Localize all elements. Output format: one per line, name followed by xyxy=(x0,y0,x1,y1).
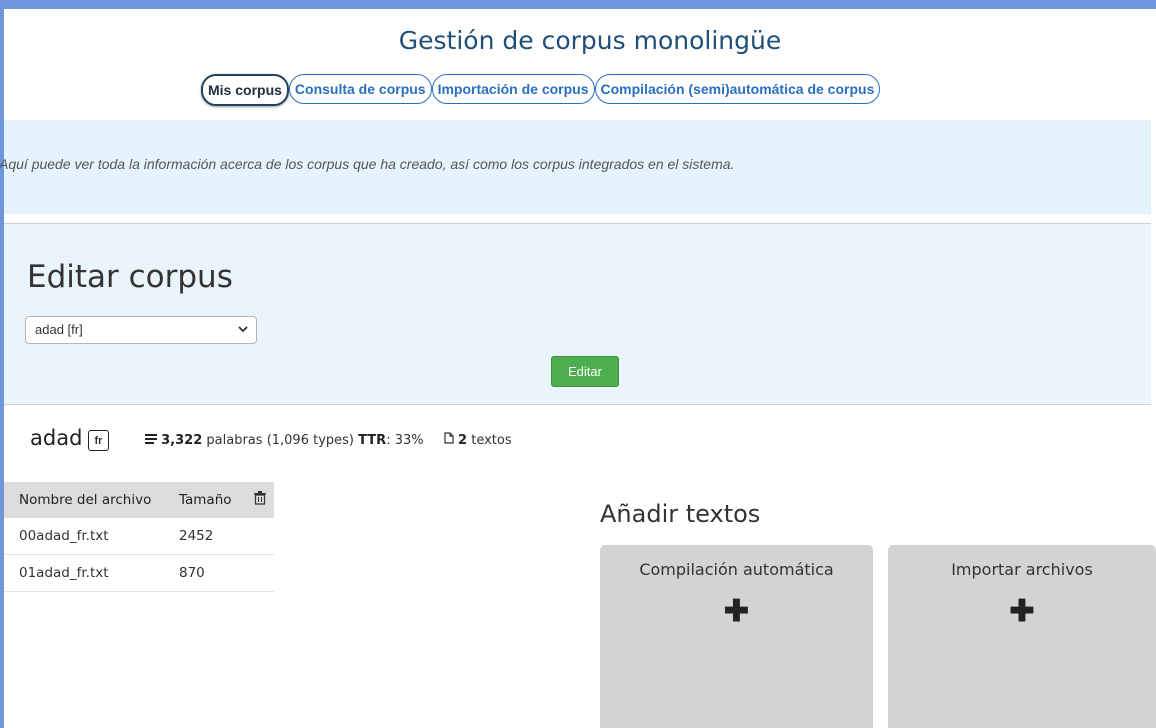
types-count: (1,096 types) xyxy=(266,433,354,448)
file-table: Nombre del archivo Tamaño 00adad_fr.txt … xyxy=(4,482,274,592)
tab-bar: Mis corpus Consulta de corpus Importació… xyxy=(201,74,881,106)
trash-icon[interactable] xyxy=(254,491,274,509)
language-badge: fr xyxy=(88,430,109,451)
plus-icon: ✚ xyxy=(1009,595,1035,628)
info-text-content: Aquí puede ver toda la información acerc… xyxy=(0,156,735,172)
ttr-value: : 33% xyxy=(386,433,424,448)
card-label: Importar archivos xyxy=(951,560,1093,579)
plus-icon: ✚ xyxy=(723,595,750,628)
text-count: 2 xyxy=(458,433,468,448)
add-texts-heading: Añadir textos xyxy=(600,500,761,528)
divider xyxy=(4,404,1151,405)
table-row[interactable]: 00adad_fr.txt 2452 xyxy=(4,518,274,555)
text-count-label: textos xyxy=(471,433,512,448)
tab-compilacion-semiautomatica[interactable]: Compilación (semi)automática de corpus xyxy=(594,74,881,104)
file-size: 870 xyxy=(179,565,205,581)
word-count: 3,322 xyxy=(161,433,203,448)
corpus-name: adad xyxy=(30,426,83,450)
file-name: 01adad_fr.txt xyxy=(19,565,109,581)
file-name: 00adad_fr.txt xyxy=(19,528,109,544)
ttr-label: TTR xyxy=(358,433,387,448)
corpus-select-value: adad [fr] xyxy=(35,322,83,337)
text-lines-icon xyxy=(145,433,157,448)
edit-button[interactable]: Editar xyxy=(551,356,619,387)
word-count-label: palabras xyxy=(206,433,263,448)
table-row[interactable]: 01adad_fr.txt 870 xyxy=(4,555,274,592)
corpus-select[interactable]: adad [fr] xyxy=(25,316,257,344)
window-frame-top xyxy=(0,0,1156,9)
automatic-compilation-card[interactable]: Compilación automática ✚ xyxy=(600,545,873,728)
page-title: Gestión de corpus monolingüe xyxy=(398,26,782,55)
tab-importacion-de-corpus[interactable]: Importación de corpus xyxy=(431,74,595,104)
column-header-size[interactable]: Tamaño xyxy=(174,492,254,508)
column-header-name[interactable]: Nombre del archivo xyxy=(4,492,174,508)
info-text: Aquí puede ver toda la información acerc… xyxy=(0,156,734,172)
edit-corpus-heading: Editar corpus xyxy=(27,259,233,295)
table-header: Nombre del archivo Tamaño xyxy=(4,482,274,518)
tab-mis-corpus[interactable]: Mis corpus xyxy=(201,74,289,106)
import-files-card[interactable]: Importar archivos ✚ xyxy=(888,545,1156,728)
tab-consulta-de-corpus[interactable]: Consulta de corpus xyxy=(288,74,432,104)
corpus-stats: 3,322 palabras (1,096 types) TTR: 33% 2 … xyxy=(145,432,512,448)
file-icon xyxy=(444,432,454,448)
card-label: Compilación automática xyxy=(639,560,834,579)
file-size: 2452 xyxy=(179,528,214,544)
chevron-down-icon xyxy=(238,317,248,354)
